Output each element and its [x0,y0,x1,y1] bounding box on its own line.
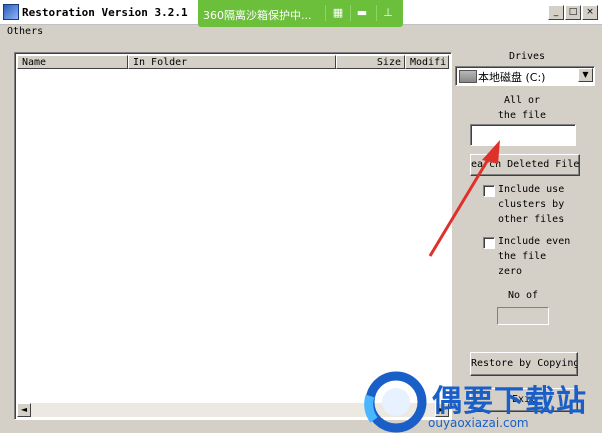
menu-others[interactable]: Others [7,26,43,37]
column-header-name[interactable]: Name [17,55,128,69]
sandbox-overlay: 360隔离沙箱保护中... ▦ ▬ ⊥ [198,0,403,27]
pin-icon[interactable]: ⊥ [381,6,395,20]
watermark-url: ouyaoxiazai.com [428,416,529,430]
window-controls: _ □ × [548,5,598,20]
filter-label-line1: All or [503,95,541,106]
file-list[interactable]: Name In Folder Size Modifi ◄ ► [14,52,452,420]
files-count-label: No of [507,290,539,301]
window-title: Restoration Version 3.2.1 [22,6,188,19]
overlay-divider [350,5,351,21]
include-clusters-label-line2: clusters by [498,199,565,210]
watermark-text: 偶要下载站 [432,384,587,419]
minimize-button[interactable]: _ [548,5,564,20]
files-count-field [497,307,549,325]
drives-label: Drives [508,51,546,62]
filename-filter-input[interactable] [470,124,576,146]
include-clusters-label-line3: other files [498,214,565,225]
hard-drive-icon [459,70,477,83]
menu-bar: Others [0,24,602,40]
include-zero-checkbox[interactable] [483,237,495,249]
watermark-logo-icon [364,371,427,433]
include-zero-label-line2: the file [498,251,547,262]
include-zero-label-line3: zero [498,266,523,277]
scroll-left-icon[interactable]: ◄ [17,403,31,417]
search-deleted-files-button[interactable]: earch Deleted File [470,154,580,176]
drive-select-value: 本地磁盘 (C:) [478,71,546,84]
filter-label-line2: the file [497,110,547,121]
include-clusters-label-line1: Include use [498,184,565,195]
maximize-button[interactable]: □ [565,5,581,20]
include-clusters-checkbox[interactable] [483,185,495,197]
copy-icon[interactable]: ▦ [331,6,345,20]
column-header-in-folder[interactable]: In Folder [128,55,336,69]
chevron-down-icon[interactable]: ▼ [578,68,593,82]
folder-icon[interactable]: ▬ [355,6,369,20]
overlay-divider [325,5,326,21]
watermark: 偶要下载站 ouyaoxiazai.com [360,368,602,433]
overlay-divider [376,5,377,21]
include-clusters-label: Include use clusters by other files [498,182,564,227]
app-icon [3,4,19,20]
include-zero-label-line1: Include even [498,236,571,247]
drive-select[interactable]: 本地磁盘 (C:) ▼ [455,66,595,86]
close-button[interactable]: × [582,5,598,20]
column-header-modified[interactable]: Modifi [405,55,449,69]
include-zero-label: Include even the file zero [498,234,570,279]
column-header-size[interactable]: Size [336,55,405,69]
sandbox-overlay-text: 360隔离沙箱保护中... [203,9,312,22]
